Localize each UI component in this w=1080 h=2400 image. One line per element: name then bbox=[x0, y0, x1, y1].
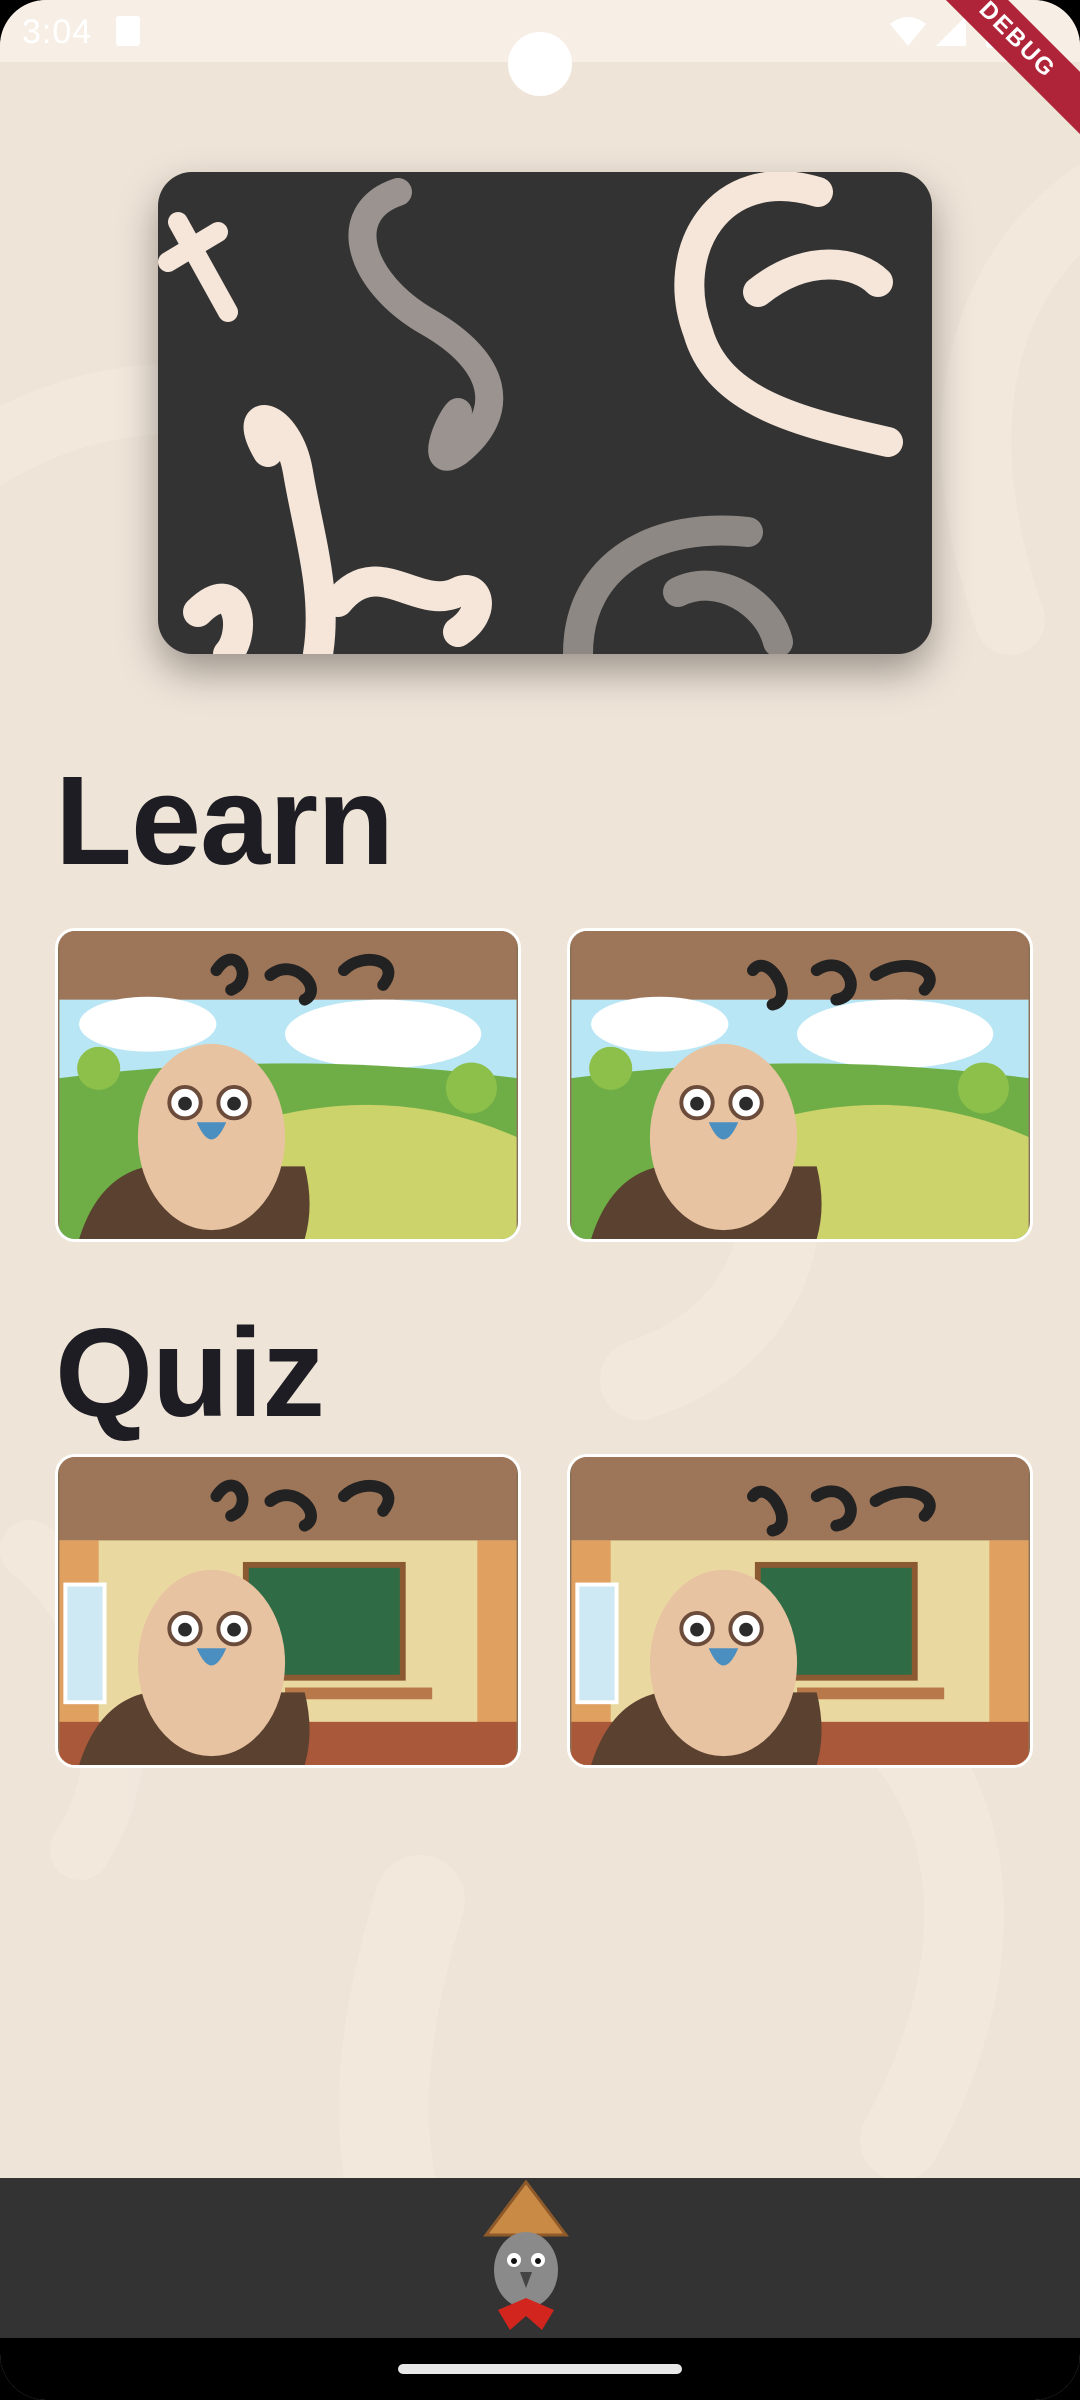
learn-card-2[interactable] bbox=[567, 928, 1033, 1242]
eagle-mascot-icon[interactable] bbox=[476, 2180, 576, 2335]
hero-banner bbox=[158, 172, 932, 654]
learn-card-illustration bbox=[59, 931, 517, 1239]
cell-signal-icon bbox=[936, 16, 966, 46]
learn-section-title: Learn bbox=[55, 750, 394, 891]
front-camera bbox=[508, 32, 572, 96]
app-screen: 3:04 DEBUG Learn Quiz bbox=[0, 0, 1080, 2400]
status-time: 3:04 bbox=[22, 13, 93, 51]
quiz-card-2[interactable] bbox=[567, 1454, 1033, 1768]
quiz-card-illustration bbox=[571, 1457, 1029, 1765]
quiz-card-1[interactable] bbox=[55, 1454, 521, 1768]
baybayin-brush-artwork bbox=[158, 172, 903, 654]
quiz-section-title: Quiz bbox=[55, 1302, 325, 1443]
sim-card-icon bbox=[116, 16, 140, 46]
learn-card-illustration bbox=[571, 931, 1029, 1239]
wifi-icon bbox=[890, 17, 926, 46]
quiz-card-illustration bbox=[59, 1457, 517, 1765]
learn-card-1[interactable] bbox=[55, 928, 521, 1242]
status-bar: 3:04 bbox=[0, 0, 1080, 96]
home-indicator[interactable] bbox=[398, 2364, 682, 2374]
